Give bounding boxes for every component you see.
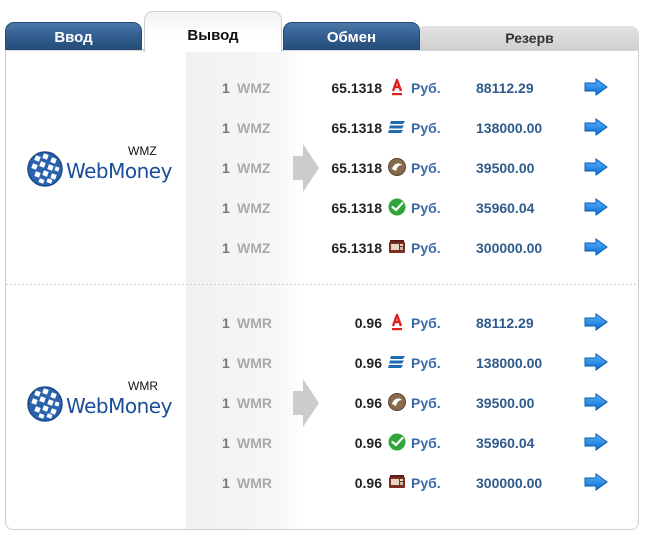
amount: 1 [222,355,230,371]
reserve-amount: 39500.00 [476,160,535,176]
exchange-rate: 0.96 [354,435,382,451]
rate-row: 1 WMZ 65.1318 Руб. 300000.00 [6,227,639,267]
exchange-rate: 65.1318 [331,200,382,216]
vtb-bank-icon [387,117,407,137]
reserve-amount: 35960.04 [476,200,535,216]
target-currency: Руб. [411,475,441,491]
go-arrow-icon[interactable] [584,393,608,411]
target-currency: Руб. [411,395,441,411]
exchange-rate: 65.1318 [331,80,382,96]
go-arrow-icon[interactable] [584,313,608,331]
go-arrow-icon[interactable] [584,78,608,96]
rate-row: 1 WMR 0.96 Руб. 300000.00 [6,462,639,502]
rate-row: 1 WMZ 65.1318 Руб. 88112.29 [6,67,639,107]
tab-bar: Ввод Вывод Обмен Резерв [0,0,645,52]
russian-standard-bank-icon [387,392,407,412]
target-currency: Руб. [411,240,441,256]
cash-terminal-icon [387,472,407,492]
exchange-rate: 65.1318 [331,160,382,176]
go-arrow-icon[interactable] [584,198,608,216]
vtb-bank-icon [387,352,407,372]
target-currency: Руб. [411,160,441,176]
amount: 1 [222,395,230,411]
amount: 1 [222,80,230,96]
go-arrow-icon[interactable] [584,158,608,176]
alfa-bank-icon [387,312,407,332]
source-currency: WMZ [237,160,271,176]
amount: 1 [222,160,230,176]
source-currency: WMR [237,475,272,491]
tab-reserve[interactable]: Резерв [420,26,639,50]
go-arrow-icon[interactable] [584,118,608,136]
source-currency: WMZ [237,120,271,136]
reserve-amount: 300000.00 [476,475,543,491]
reserve-amount: 88112.29 [476,315,534,331]
exchange-rate: 65.1318 [331,240,382,256]
exchange-rate: 0.96 [354,355,382,371]
go-arrow-icon[interactable] [584,433,608,451]
amount: 1 [222,475,230,491]
rate-row: 1 WMR 0.96 Руб. 35960.04 [6,422,639,462]
target-currency: Руб. [411,200,441,216]
rates-panel: WebMoney WMZ 1 WMZ 65.1318 Руб. 88112.29… [5,51,639,530]
source-currency: WMZ [237,200,271,216]
tab-output[interactable]: Вывод [144,11,282,52]
amount: 1 [222,240,230,256]
target-currency: Руб. [411,315,441,331]
tab-exchange[interactable]: Обмен [283,22,420,50]
sberbank-icon [387,432,407,452]
source-currency: WMR [237,435,272,451]
go-arrow-icon[interactable] [584,238,608,256]
amount: 1 [222,315,230,331]
go-arrow-icon[interactable] [584,353,608,371]
tab-input[interactable]: Ввод [5,22,142,50]
rate-row: 1 WMZ 65.1318 Руб. 138000.00 [6,107,639,147]
exchange-rate: 0.96 [354,475,382,491]
rate-row: 1 WMZ 65.1318 Руб. 35960.04 [6,187,639,227]
amount: 1 [222,200,230,216]
reserve-amount: 35960.04 [476,435,535,451]
source-currency: WMR [237,395,272,411]
go-arrow-icon[interactable] [584,473,608,491]
source-currency: WMZ [237,80,271,96]
exchange-rate: 0.96 [354,395,382,411]
reserve-amount: 138000.00 [476,355,543,371]
target-currency: Руб. [411,435,441,451]
source-currency: WMR [237,315,272,331]
target-currency: Руб. [411,80,441,96]
target-currency: Руб. [411,355,441,371]
section-divider [6,284,638,285]
exchange-rate: 0.96 [354,315,382,331]
cash-terminal-icon [387,237,407,257]
amount: 1 [222,120,230,136]
rate-row: 1 WMR 0.96 Руб. 39500.00 [6,382,639,422]
source-currency: WMZ [237,240,271,256]
source-currency: WMR [237,355,272,371]
amount: 1 [222,435,230,451]
reserve-amount: 88112.29 [476,80,534,96]
russian-standard-bank-icon [387,157,407,177]
reserve-amount: 39500.00 [476,395,535,411]
rate-row: 1 WMZ 65.1318 Руб. 39500.00 [6,147,639,187]
sberbank-icon [387,197,407,217]
rate-row: 1 WMR 0.96 Руб. 138000.00 [6,342,639,382]
target-currency: Руб. [411,120,441,136]
reserve-amount: 138000.00 [476,120,543,136]
reserve-amount: 300000.00 [476,240,543,256]
exchange-rate: 65.1318 [331,120,382,136]
alfa-bank-icon [387,77,407,97]
rate-row: 1 WMR 0.96 Руб. 88112.29 [6,302,639,342]
